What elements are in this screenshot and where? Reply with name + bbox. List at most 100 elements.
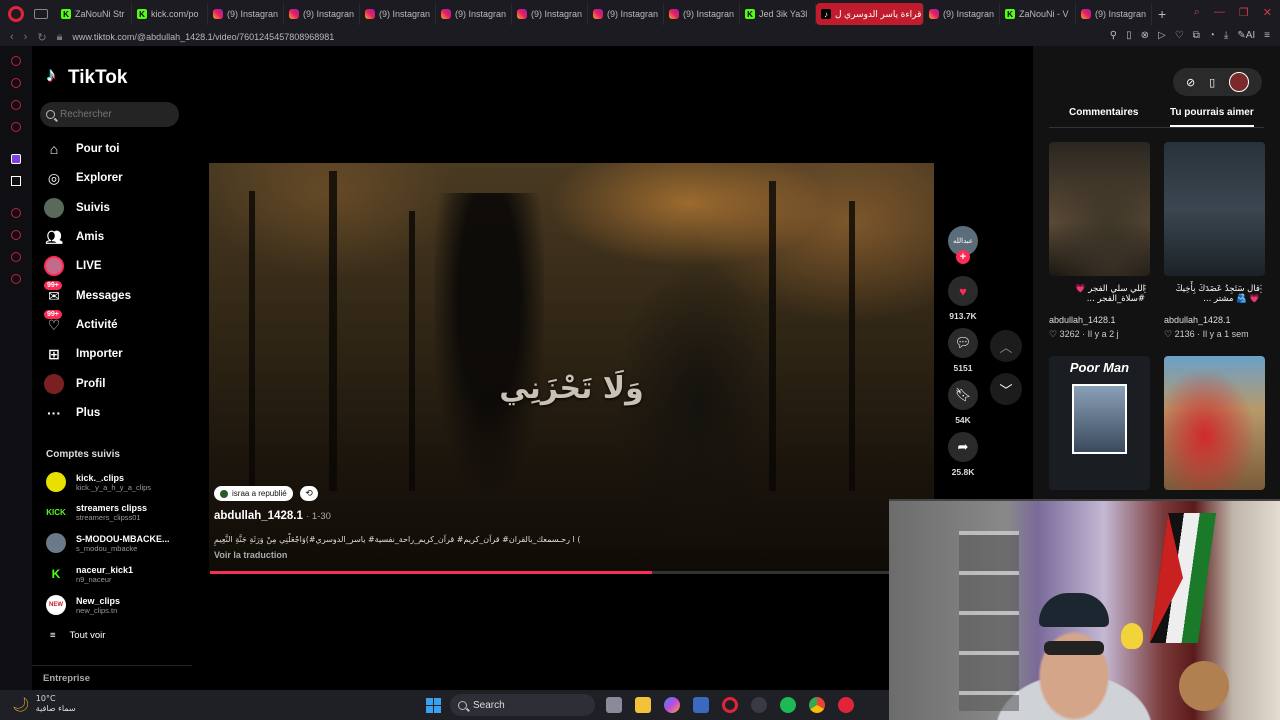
reload-icon[interactable]: ↻ xyxy=(37,31,46,44)
opera-logo[interactable] xyxy=(8,6,24,22)
x-twitter-icon[interactable] xyxy=(11,176,21,186)
user-avatar[interactable] xyxy=(1229,72,1250,92)
url-field[interactable]: www.tiktok.com/@abdullah_1428.1/video/76… xyxy=(72,32,334,42)
repost-badge[interactable]: israa a republié xyxy=(214,486,293,501)
browser-tab[interactable]: K Jed 3ik Ya3l xyxy=(740,3,816,25)
card-author[interactable]: abdullah_1428.1 xyxy=(1049,315,1116,325)
enterprise-link[interactable]: Entreprise xyxy=(43,673,90,684)
nav-plus[interactable]: ··· Plus xyxy=(44,402,100,424)
see-all-link[interactable]: ≡ Tout voir xyxy=(50,630,105,641)
forward-icon[interactable]: › xyxy=(24,31,28,43)
browser-tab[interactable]: (9) Instagran xyxy=(1076,3,1152,25)
extensions-sidebar-icon[interactable] xyxy=(11,252,21,262)
browser-tab[interactable]: (9) Instagran xyxy=(924,3,1000,25)
close-button[interactable]: ✕ xyxy=(1263,6,1272,19)
bookmark-icon[interactable]: ▯ xyxy=(1126,30,1132,41)
download-icon[interactable]: ⤓ xyxy=(1224,30,1228,41)
profile-icon[interactable]: ◔ xyxy=(1209,30,1215,41)
following-item[interactable]: NEW New_clips new_clips.tn xyxy=(46,595,120,615)
spotify-icon[interactable] xyxy=(780,697,796,713)
browser-tab[interactable]: (9) Instagran xyxy=(588,3,664,25)
nav-profil[interactable]: Profil xyxy=(44,373,105,395)
nav-amis[interactable]: 👥︎ Amis xyxy=(44,226,104,248)
suggested-video-thumb[interactable] xyxy=(1049,142,1150,276)
discord-icon[interactable] xyxy=(11,122,21,132)
nav-live[interactable]: LIVE xyxy=(44,255,102,277)
share-button[interactable]: ➦ xyxy=(948,432,978,462)
player-icon[interactable]: ▷ xyxy=(1158,30,1166,41)
following-item[interactable]: K naceur_kick1 n9_naceur xyxy=(46,564,133,584)
nav-pour-toi[interactable]: ⌂ Pour toi xyxy=(44,138,120,160)
store-icon[interactable] xyxy=(693,697,709,713)
chrome-icon[interactable] xyxy=(809,697,825,713)
windows-start-icon[interactable] xyxy=(426,698,441,713)
coins-icon[interactable]: ⊘ xyxy=(1186,76,1195,89)
lock-icon[interactable]: 🔒︎ xyxy=(57,31,63,44)
player-sidebar-icon[interactable] xyxy=(11,208,21,218)
browser-tab[interactable]: (9) Instagran xyxy=(208,3,284,25)
browser-tab[interactable]: K ZaNouNi Str xyxy=(56,3,132,25)
more-options-icon[interactable]: ⋮ xyxy=(1256,284,1266,295)
back-icon[interactable]: ‹ xyxy=(10,31,14,43)
card-author[interactable]: abdullah_1428.1 xyxy=(1164,315,1231,325)
tab-suggested[interactable]: Tu pourrais aimer xyxy=(1170,107,1254,127)
follow-plus-button[interactable]: + xyxy=(956,250,970,264)
previous-video-button[interactable]: ︿ xyxy=(990,330,1022,362)
nav-activite[interactable]: ♡ 99+ Activité xyxy=(44,310,118,336)
browser-tab[interactable]: (9) Instagran xyxy=(436,3,512,25)
speed-dial-icon[interactable] xyxy=(11,56,21,66)
next-video-button[interactable]: ﹀ xyxy=(990,373,1022,405)
minimize-button[interactable]: — xyxy=(1214,6,1225,19)
repost-icon[interactable]: ⟲ xyxy=(300,486,318,501)
translate-link[interactable]: Voir la traduction xyxy=(214,550,287,560)
browser-tab[interactable]: (9) Instagran xyxy=(664,3,740,25)
adblock-icon[interactable]: ⊗ xyxy=(1141,30,1149,41)
app-icon[interactable] xyxy=(838,697,854,713)
following-item[interactable]: kick._.clips kick._y_a_h_y_a_clips xyxy=(46,472,151,492)
messenger-icon[interactable] xyxy=(11,100,21,110)
like-button[interactable]: ♥ xyxy=(948,276,978,306)
browser-tab[interactable]: K ZaNouNi - V xyxy=(1000,3,1076,25)
heart-icon[interactable]: ♡ xyxy=(1175,30,1184,41)
workspaces-icon[interactable] xyxy=(34,9,48,19)
nav-importer[interactable]: ⊞ Importer xyxy=(44,343,123,365)
search-input[interactable] xyxy=(60,109,170,120)
suggested-video-thumb[interactable] xyxy=(1164,356,1265,490)
browser-tab[interactable]: (9) Instagran xyxy=(284,3,360,25)
more-options-icon[interactable]: ⋮ xyxy=(1140,284,1150,295)
file-explorer-icon[interactable] xyxy=(635,697,651,713)
video-author[interactable]: abdullah_1428.1 · 1-30 xyxy=(214,510,331,522)
search-box[interactable] xyxy=(40,102,179,127)
browser-tab[interactable]: ♪ قراءة ياسر الدوسري ل xyxy=(816,3,924,25)
extensions-icon[interactable]: ⧉ xyxy=(1193,30,1200,41)
browser-tab[interactable]: (9) Instagran xyxy=(512,3,588,25)
suggested-video-thumb[interactable]: Poor Man xyxy=(1049,356,1150,490)
save-button[interactable]: 🔖︎ xyxy=(948,380,978,410)
new-tab-button[interactable]: + xyxy=(1158,6,1166,22)
tiktok-logo[interactable]: TikTok xyxy=(46,64,127,89)
following-item[interactable]: KICK streamers clipss streamers_clipss01 xyxy=(46,502,147,522)
twitch-icon[interactable] xyxy=(11,154,21,164)
aria-icon[interactable]: ✎AI xyxy=(1237,30,1255,41)
device-icon[interactable]: ▯ xyxy=(1209,76,1215,89)
taskbar-search[interactable]: Search xyxy=(450,694,595,716)
video-progress-bar[interactable] xyxy=(210,571,890,574)
menu-icon[interactable]: ≡ xyxy=(1264,30,1270,41)
following-item[interactable]: S-MODOU-MBACKE... s_modou_mbacke xyxy=(46,533,170,553)
settings-icon[interactable] xyxy=(11,274,21,284)
suggested-video-thumb[interactable] xyxy=(1164,142,1265,276)
tab-comments[interactable]: Commentaires xyxy=(1069,107,1138,118)
nav-messages[interactable]: ✉ 99+ Messages xyxy=(44,281,131,307)
steam-icon[interactable] xyxy=(751,697,767,713)
copilot-icon[interactable] xyxy=(664,697,680,713)
maximize-button[interactable]: ❐ xyxy=(1239,6,1249,19)
nav-suivis[interactable]: Suivis xyxy=(44,197,110,219)
browser-tab[interactable]: (9) Instagran xyxy=(360,3,436,25)
card-title[interactable]: قال سَتَجِدُ عَضَدَكَ بِأَخِيكَ 💗 🫂 مشتر… xyxy=(1164,284,1260,304)
pin-icon[interactable]: ⚲ xyxy=(1110,30,1117,41)
comment-button[interactable]: 💬︎ xyxy=(948,328,978,358)
search-tabs-icon[interactable]: ⌕ xyxy=(1194,6,1200,19)
history-icon[interactable] xyxy=(11,230,21,240)
browser-tab[interactable]: Kkick.com/po xyxy=(132,3,208,25)
nav-explorer[interactable]: ◎ Explorer xyxy=(44,167,123,189)
